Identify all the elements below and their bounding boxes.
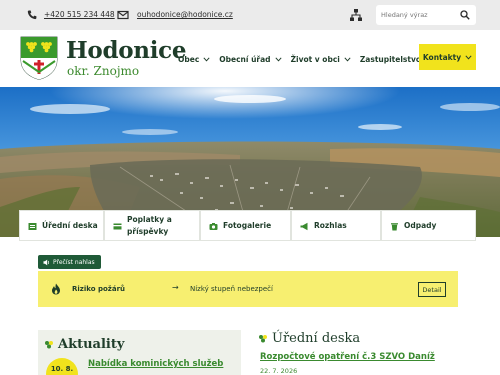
fire-risk-title: Riziko požárů [72,285,126,293]
news-date-badge: 10. 8. [46,358,78,375]
site-title[interactable]: Hodonice [66,37,187,64]
read-aloud-label: Přečíst nahlas [53,258,95,266]
fire-risk-level: Nízký stupeň nebezpečí [190,285,273,293]
site-subtitle: okr. Znojmo [67,64,140,78]
news-item-link[interactable]: Nabídka kominických služeb [88,359,223,369]
official-board-panel: Úřední deska Rozpočtové opatření č.3 SZV… [258,330,478,375]
arrow-right-icon: → [172,283,179,292]
quick-link-poplatky[interactable]: Poplatky a příspěvky [104,210,200,241]
board-icon [28,223,37,230]
leaf-icon [259,334,267,342]
search-icon[interactable] [460,10,470,20]
nav-item-label: Obecní úřad [219,54,271,64]
main-nav: Obec Obecní úřad Život v obci Zastupitel… [178,48,441,70]
chevron-down-icon [465,54,472,60]
mail-icon [117,10,129,20]
trash-icon [391,223,398,231]
board-heading: Úřední deska [258,331,360,346]
fire-risk-detail-button[interactable]: Detail [418,282,446,297]
quick-link-label: Rozhlas [314,220,347,230]
nav-item-zivot-v-obci[interactable]: Život v obci [291,55,351,64]
phone-link[interactable]: +420 515 234 448 [44,10,115,19]
news-heading: Aktuality [44,337,124,352]
quick-link-uredni-deska[interactable]: Úřední deska [19,210,104,241]
board-item-link[interactable]: Rozpočtové opatření č.3 SZVO Daníž [260,352,435,362]
news-title: Aktuality [58,337,125,352]
nav-item-label: Zastupitelstvo [359,54,422,64]
megaphone-icon [300,222,308,231]
nav-item-label: Kontakty [422,52,462,62]
nav-item-kontakty[interactable]: Kontakty [419,44,476,70]
quick-link-odpady[interactable]: Odpady [381,210,476,241]
search-box [376,5,476,25]
sitemap-icon[interactable] [349,8,363,22]
quick-link-label: Odpady [404,220,437,230]
fire-risk-alert: Riziko požárů → Nízký stupeň nebezpečí D… [38,271,458,307]
nav-item-obec[interactable]: Obec [178,55,210,64]
flame-icon [52,283,60,295]
nav-item-label: Život v obci [290,54,340,64]
quick-links-bar: Úřední deska Poplatky a příspěvky Fotoga… [19,210,476,241]
nav-item-label: Obec [178,54,200,64]
read-aloud-button[interactable]: Přečíst nahlas [38,255,101,269]
quick-link-rozhlas[interactable]: Rozhlas [291,210,381,241]
chevron-down-icon [344,56,351,62]
chevron-down-icon [203,56,210,62]
leaf-icon [45,340,53,348]
coat-of-arms-logo[interactable] [20,36,58,80]
chevron-down-icon [274,56,282,62]
email-link[interactable]: ouhodonice@hodonice.cz [137,10,233,19]
quick-link-label: Úřední deska [42,220,98,230]
quick-link-label: Fotogalerie [223,220,272,230]
utility-bar: +420 515 234 448 ouhodonice@hodonice.cz [0,0,500,30]
nav-item-obecni-urad[interactable]: Obecní úřad [219,54,282,64]
payment-icon [113,223,122,230]
camera-icon [209,223,218,230]
board-item-date: 22. 7. 2026 [260,367,298,375]
board-title: Úřední deska [272,331,361,346]
site-header: Hodonice okr. Znojmo Obec Obecní úřad Ži… [0,30,500,87]
quick-link-fotogalerie[interactable]: Fotogalerie [200,210,291,241]
search-input[interactable] [381,8,457,22]
phone-icon [27,10,37,20]
quick-link-label: Poplatky a příspěvky [127,215,172,236]
news-panel: Aktuality 10. 8. Nabídka kominických slu… [38,330,241,375]
speaker-icon [43,259,50,265]
